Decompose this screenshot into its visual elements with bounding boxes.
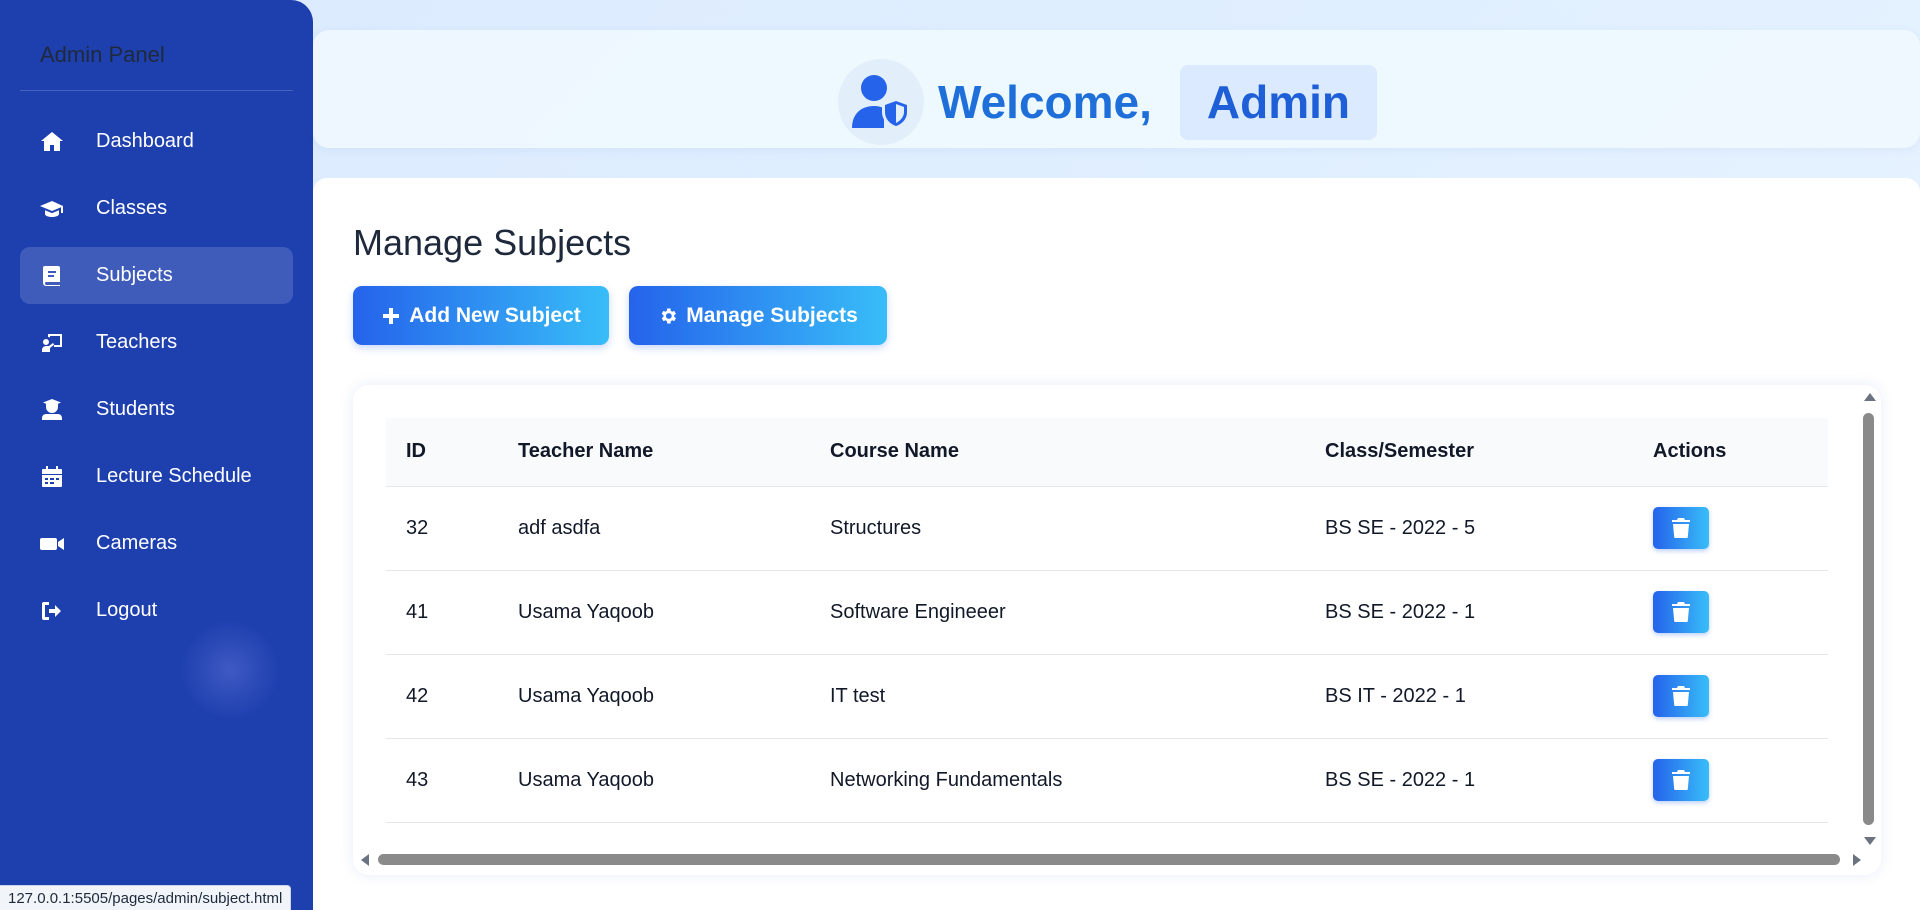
cell-id: 41 [386, 570, 498, 655]
column-header-id: ID [386, 418, 498, 487]
delete-button[interactable] [1653, 591, 1709, 633]
column-header-class: Class/Semester [1305, 418, 1633, 487]
cell-class: BS SE - 2022 - 1 [1305, 570, 1633, 655]
main-content: Manage Subjects Add New Subject Manage S… [313, 178, 1920, 910]
horizontal-scroll-thumb[interactable] [378, 854, 1840, 865]
delete-button[interactable] [1653, 759, 1709, 801]
cell-course: Networking Fundamentals [810, 738, 1305, 823]
scroll-up-arrow-icon[interactable] [1864, 393, 1876, 401]
trash-icon [1672, 518, 1690, 538]
chalkboard-teacher-icon [38, 331, 66, 355]
sidebar-item-subjects[interactable]: Subjects [20, 247, 293, 304]
cell-class: BS SE - 2022 - 1 [1305, 738, 1633, 823]
subjects-table: ID Teacher Name Course Name Class/Semest… [386, 418, 1828, 823]
column-header-teacher: Teacher Name [498, 418, 810, 487]
cell-course: Structures [810, 486, 1305, 571]
welcome-banner: Welcome, Admin [838, 52, 1378, 152]
trash-icon [1672, 686, 1690, 706]
user-shield-icon [838, 59, 924, 145]
cell-actions [1633, 486, 1828, 571]
manage-subjects-label: Manage Subjects [686, 303, 858, 327]
sidebar-item-label: Dashboard [96, 130, 194, 152]
cell-course: IT test [810, 654, 1305, 739]
sidebar-nav: Dashboard Classes Subjects Teachers Stud… [20, 113, 293, 649]
sidebar-divider [20, 90, 293, 91]
sidebar-item-logout[interactable]: Logout [20, 582, 293, 639]
column-header-actions: Actions [1633, 418, 1828, 487]
trash-icon [1672, 770, 1690, 790]
video-camera-icon [38, 532, 66, 556]
column-header-course: Course Name [810, 418, 1305, 487]
sidebar-item-students[interactable]: Students [20, 381, 293, 438]
cell-id: 32 [386, 486, 498, 571]
scroll-left-arrow-icon[interactable] [361, 854, 369, 866]
scroll-right-arrow-icon[interactable] [1853, 854, 1861, 866]
cell-id: 43 [386, 738, 498, 823]
sidebar-item-label: Students [96, 398, 175, 420]
welcome-greeting: Welcome, [938, 76, 1152, 128]
delete-button[interactable] [1653, 507, 1709, 549]
cell-teacher: Usama Yaqoob [498, 738, 810, 823]
delete-button[interactable] [1653, 675, 1709, 717]
book-icon [38, 264, 66, 288]
sidebar-item-classes[interactable]: Classes [20, 180, 293, 237]
home-icon [38, 130, 66, 154]
trash-icon [1672, 602, 1690, 622]
add-subject-button[interactable]: Add New Subject [353, 286, 609, 345]
plus-icon [381, 306, 401, 326]
sidebar-item-cameras[interactable]: Cameras [20, 515, 293, 572]
cell-class: BS SE - 2022 - 5 [1305, 486, 1633, 571]
user-graduate-icon [38, 398, 66, 422]
sidebar-item-dashboard[interactable]: Dashboard [20, 113, 293, 170]
table-row: 32 adf asdfa Structures BS SE - 2022 - 5 [386, 486, 1828, 571]
horizontal-scrollbar[interactable] [361, 853, 1861, 867]
table-row: 42 Usama Yaqoob IT test BS IT - 2022 - 1 [386, 654, 1828, 739]
cell-class: BS IT - 2022 - 1 [1305, 654, 1633, 739]
subjects-table-card: ID Teacher Name Course Name Class/Semest… [353, 385, 1881, 875]
vertical-scroll-thumb[interactable] [1863, 413, 1874, 825]
table-header-row: ID Teacher Name Course Name Class/Semest… [386, 418, 1828, 487]
status-bar-url: 127.0.0.1:5505/pages/admin/subject.html [0, 885, 292, 910]
graduation-cap-icon [38, 197, 66, 221]
calendar-icon [38, 465, 66, 489]
cell-course: Software Engineeer [810, 570, 1305, 655]
cell-teacher: Usama Yaqoob [498, 654, 810, 739]
user-name-badge: Admin [1179, 64, 1378, 140]
sidebar-item-label: Classes [96, 197, 168, 219]
gear-icon [658, 306, 678, 326]
add-subject-label: Add New Subject [409, 303, 581, 327]
manage-subjects-button[interactable]: Manage Subjects [629, 286, 887, 345]
table-row: 43 Usama Yaqoob Networking Fundamentals … [386, 738, 1828, 823]
table-row: 41 Usama Yaqoob Software Engineeer BS SE… [386, 570, 1828, 655]
sidebar-item-label: Cameras [96, 532, 178, 554]
scroll-down-arrow-icon[interactable] [1864, 837, 1876, 845]
cell-teacher: Usama Yaqoob [498, 570, 810, 655]
cell-teacher: adf asdfa [498, 486, 810, 571]
sidebar-item-label: Logout [96, 599, 158, 621]
sign-out-icon [38, 599, 66, 623]
sidebar-item-label: Lecture Schedule [96, 465, 252, 487]
cell-actions [1633, 738, 1828, 823]
cell-id: 42 [386, 654, 498, 739]
sidebar-item-label: Teachers [96, 331, 178, 353]
sidebar-item-teachers[interactable]: Teachers [20, 314, 293, 371]
vertical-scrollbar[interactable] [1862, 393, 1876, 845]
sidebar: Admin Panel Dashboard Classes Subjects T… [0, 0, 313, 910]
page-title: Manage Subjects [353, 222, 632, 263]
table-scroll-area: ID Teacher Name Course Name Class/Semest… [386, 418, 1828, 823]
cell-actions [1633, 570, 1828, 655]
sidebar-brand: Admin Panel [40, 42, 165, 67]
sidebar-item-label: Subjects [96, 264, 173, 286]
sidebar-item-lecture-schedule[interactable]: Lecture Schedule [20, 448, 293, 505]
cell-actions [1633, 654, 1828, 739]
